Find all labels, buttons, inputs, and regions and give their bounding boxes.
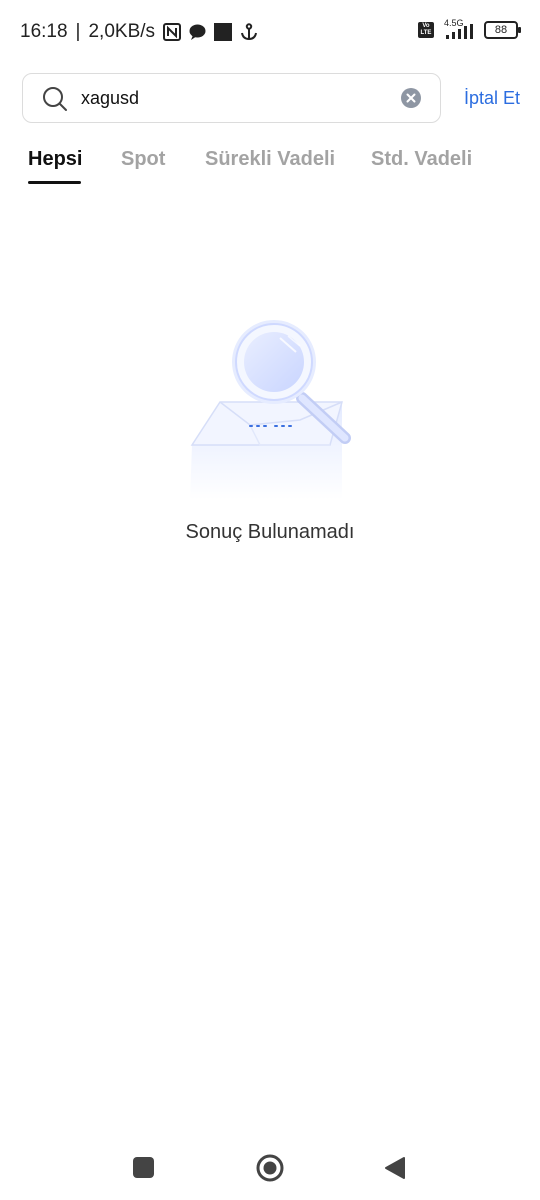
clear-search-icon[interactable] bbox=[401, 88, 421, 108]
signal-indicator: 4.5G bbox=[442, 18, 476, 40]
status-time: 16:18 bbox=[20, 21, 68, 42]
category-tabs: Hepsi Spot Sürekli Vadeli Std. Vadeli bbox=[0, 140, 540, 190]
tab-standard-futures[interactable]: Std. Vadeli bbox=[371, 148, 472, 171]
empty-state-message: Sonuç Bulunamadı bbox=[185, 521, 355, 543]
nfc-icon bbox=[163, 23, 182, 41]
status-bar: 16:18 | 2,0KB/s Vo LTE 4.5G 88 bbox=[0, 0, 540, 64]
search-box[interactable] bbox=[22, 73, 441, 123]
status-separator: | bbox=[75, 21, 81, 42]
cancel-button[interactable]: İptal Et bbox=[464, 88, 520, 109]
square-notification-icon bbox=[214, 23, 233, 41]
active-tab-indicator bbox=[28, 181, 81, 184]
home-button[interactable] bbox=[256, 1154, 284, 1182]
close-icon bbox=[406, 93, 416, 103]
signal-icon bbox=[446, 24, 473, 39]
chat-bubble-icon bbox=[189, 24, 206, 40]
net-speed: 2,0KB/s bbox=[88, 21, 156, 42]
volte-icon: Vo LTE bbox=[418, 22, 434, 38]
recents-button[interactable] bbox=[133, 1157, 154, 1178]
status-right: Vo LTE 4.5G 88 bbox=[418, 18, 521, 40]
tab-all[interactable]: Hepsi bbox=[28, 148, 82, 171]
system-nav-bar bbox=[0, 1140, 540, 1200]
status-left: 16:18 | 2,0KB/s bbox=[20, 21, 258, 43]
tab-spot[interactable]: Spot bbox=[121, 148, 165, 171]
tab-perpetual-futures[interactable]: Sürekli Vadeli bbox=[205, 148, 335, 171]
anchor-icon bbox=[241, 23, 258, 41]
search-input[interactable] bbox=[81, 84, 381, 112]
empty-search-illustration bbox=[190, 320, 351, 500]
back-button[interactable] bbox=[384, 1156, 406, 1180]
search-icon bbox=[43, 87, 67, 111]
battery-icon: 88 bbox=[484, 21, 521, 39]
